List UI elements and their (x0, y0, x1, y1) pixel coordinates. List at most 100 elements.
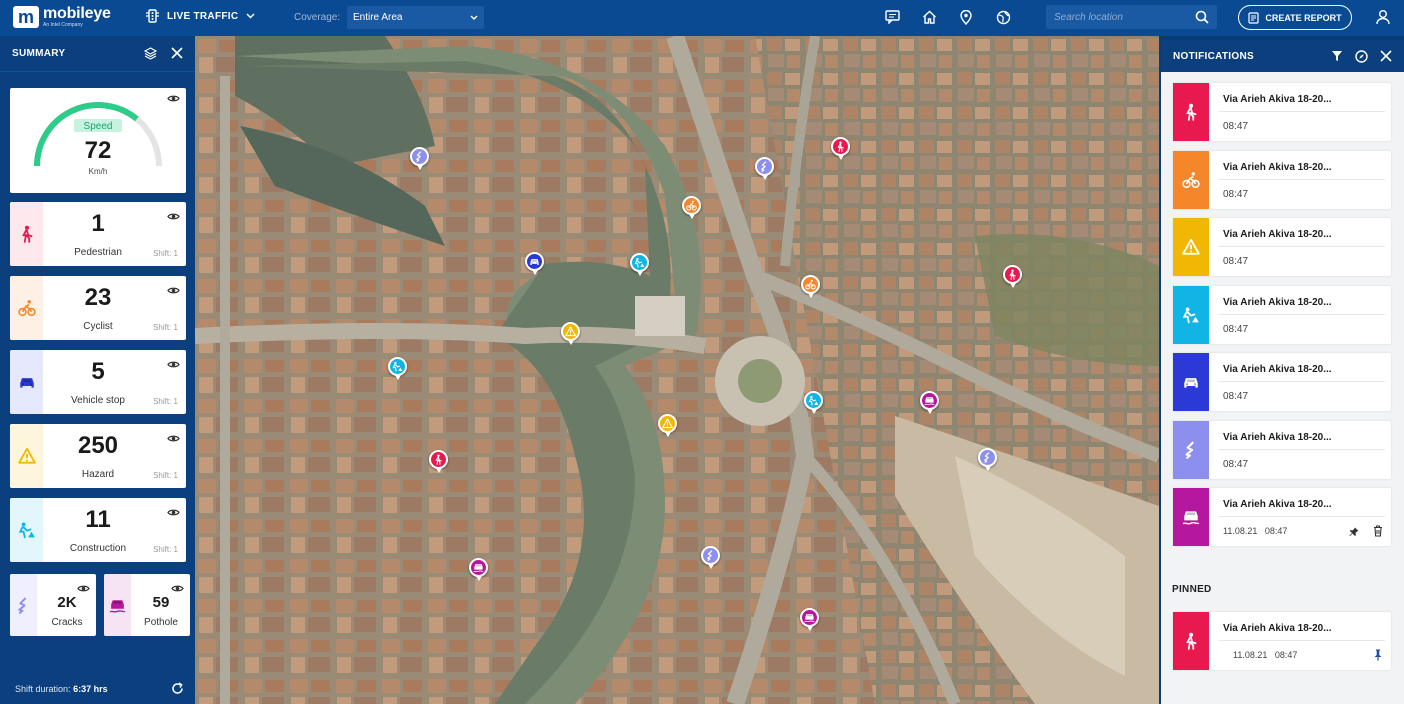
metric-value: 1 (91, 210, 105, 237)
coverage-select[interactable]: Entire Area (347, 6, 484, 29)
top-bar: m mobileye An Intel Company LIVE TRAFFIC… (0, 0, 1404, 36)
metric-card-pothole[interactable]: 59 Pothole (104, 574, 190, 636)
pinned-label: PINNED (1172, 584, 1212, 595)
eye-icon[interactable] (167, 356, 180, 374)
notification-item[interactable]: Via Arieh Akiva 18-20... 08:47 (1173, 286, 1391, 344)
notification-item[interactable]: Via Arieh Akiva 18-20... 08:47 (1173, 83, 1391, 141)
metric-card-hazard[interactable]: 250 Hazard Shift: 1 (10, 424, 186, 488)
notification-title: Via Arieh Akiva 18-20... (1223, 297, 1332, 308)
create-report-label: CREATE REPORT (1265, 12, 1342, 23)
notification-title: Via Arieh Akiva 18-20... (1223, 94, 1332, 105)
map-pin-pothole[interactable] (920, 391, 939, 414)
map-pin-hazard[interactable] (658, 414, 677, 437)
shift-duration-value: 6:37 hrs (73, 684, 108, 694)
notification-item[interactable]: Via Arieh Akiva 18-20... 08:47 (1173, 353, 1391, 411)
metric-shift: Shift: 1 (153, 323, 178, 332)
pedestrian-icon (1173, 612, 1209, 670)
metric-label: Construction (69, 543, 127, 554)
eye-icon[interactable] (167, 504, 180, 522)
notification-time: 08:47 (1223, 256, 1249, 267)
hazard-icon (10, 424, 43, 488)
map-pin-vehicle[interactable] (525, 252, 544, 275)
notification-item[interactable]: Via Arieh Akiva 18-20... 08:47 (1173, 218, 1391, 276)
eye-icon[interactable] (167, 208, 180, 226)
notification-item[interactable]: Via Arieh Akiva 18-20... 08:47 (1173, 151, 1391, 209)
globe-icon[interactable] (995, 9, 1011, 25)
coverage-label: Coverage: (294, 12, 341, 23)
metric-card-construction[interactable]: 11 Construction Shift: 1 (10, 498, 186, 562)
map-pin-construction[interactable] (388, 357, 407, 380)
hazard-icon (1173, 218, 1209, 276)
map-pin-cyclist[interactable] (801, 275, 820, 298)
map-pin-pothole[interactable] (469, 558, 488, 581)
metric-value: 250 (77, 432, 119, 459)
eye-icon[interactable] (167, 282, 180, 300)
map-pin-construction[interactable] (804, 391, 823, 414)
metric-label: Cyclist (83, 321, 113, 332)
close-icon[interactable] (171, 47, 183, 59)
pinned-notification-item[interactable]: Via Arieh Akiva 18-20... 11.08.21 08:47 (1173, 612, 1391, 670)
metric-card-pedestrian[interactable]: 1 Pedestrian Shift: 1 (10, 202, 186, 266)
search-box (1046, 5, 1217, 29)
map-pin-cracks[interactable] (755, 157, 774, 180)
map-pin-cracks[interactable] (701, 546, 720, 569)
pedestrian-icon (10, 202, 43, 266)
notification-title: Via Arieh Akiva 18-20... (1223, 162, 1332, 173)
metric-card-vehicle-stop[interactable]: 5 Vehicle stop Shift: 1 (10, 350, 186, 414)
search-input[interactable] (1054, 11, 1184, 23)
notification-time: 08:47 (1223, 121, 1249, 132)
chevron-down-icon (470, 15, 478, 20)
eye-icon[interactable] (167, 430, 180, 448)
mode-selector[interactable]: LIVE TRAFFIC (146, 9, 255, 23)
refresh-icon[interactable] (171, 682, 184, 695)
filter-icon[interactable] (1331, 50, 1343, 62)
vehicle-icon (10, 350, 43, 414)
map-pin-pedestrian[interactable] (1003, 265, 1022, 288)
notification-item[interactable]: Via Arieh Akiva 18-20... 08:47 (1173, 421, 1391, 479)
notification-time: 08:47 (1223, 324, 1249, 335)
pothole-icon (104, 574, 131, 636)
home-icon[interactable] (921, 9, 937, 25)
summary-header: SUMMARY (0, 36, 195, 72)
satellite-map (195, 36, 1159, 704)
logo-mark-icon: m (13, 6, 39, 28)
metric-shift: Shift: 1 (153, 471, 178, 480)
search-icon[interactable] (1195, 10, 1209, 24)
metric-card-cracks[interactable]: 2K Cracks (10, 574, 96, 636)
map-pin-cracks[interactable] (978, 448, 997, 471)
brand-name: mobileye (43, 5, 111, 22)
mode-label: LIVE TRAFFIC (167, 10, 239, 22)
brand-subtitle: An Intel Company (43, 22, 83, 28)
metric-label: Cracks (51, 617, 83, 628)
location-pin-icon[interactable] (958, 9, 974, 25)
compass-icon[interactable] (1355, 49, 1368, 63)
map-pin-pothole[interactable] (800, 608, 819, 631)
map-pin-cracks[interactable] (410, 147, 429, 170)
metric-value: 5 (91, 358, 105, 385)
map-pin-hazard[interactable] (561, 322, 580, 345)
chat-icon[interactable] (884, 9, 900, 25)
layers-icon[interactable] (144, 47, 157, 60)
map-pin-pedestrian[interactable] (429, 450, 448, 473)
pin-icon[interactable] (1349, 524, 1359, 542)
brand-logo[interactable]: m mobileye An Intel Company (13, 6, 111, 28)
speed-gauge: Speed 72 Km/h (34, 102, 162, 176)
close-icon[interactable] (1380, 49, 1392, 62)
map-pin-pedestrian[interactable] (831, 137, 850, 160)
create-report-button[interactable]: CREATE REPORT (1238, 5, 1352, 30)
metric-value: 59 (152, 594, 170, 611)
map-pin-construction[interactable] (630, 253, 649, 276)
unpin-icon[interactable] (1373, 648, 1383, 666)
map-view[interactable] (195, 36, 1159, 704)
notification-datetime: 11.08.21 08:47 (1233, 650, 1297, 660)
notification-title: Via Arieh Akiva 18-20... (1223, 229, 1332, 240)
delete-icon[interactable] (1373, 524, 1383, 542)
metric-card-cyclist[interactable]: 23 Cyclist Shift: 1 (10, 276, 186, 340)
user-icon[interactable] (1376, 9, 1390, 30)
cyclist-icon (10, 276, 43, 340)
notification-item[interactable]: Via Arieh Akiva 18-20... 11.08.21 08:47 (1173, 488, 1391, 546)
construction-icon (1173, 286, 1209, 344)
map-pin-cyclist[interactable] (682, 196, 701, 219)
notification-date: 11.08.21 (1223, 526, 1258, 536)
metric-shift: Shift: 1 (153, 249, 178, 258)
